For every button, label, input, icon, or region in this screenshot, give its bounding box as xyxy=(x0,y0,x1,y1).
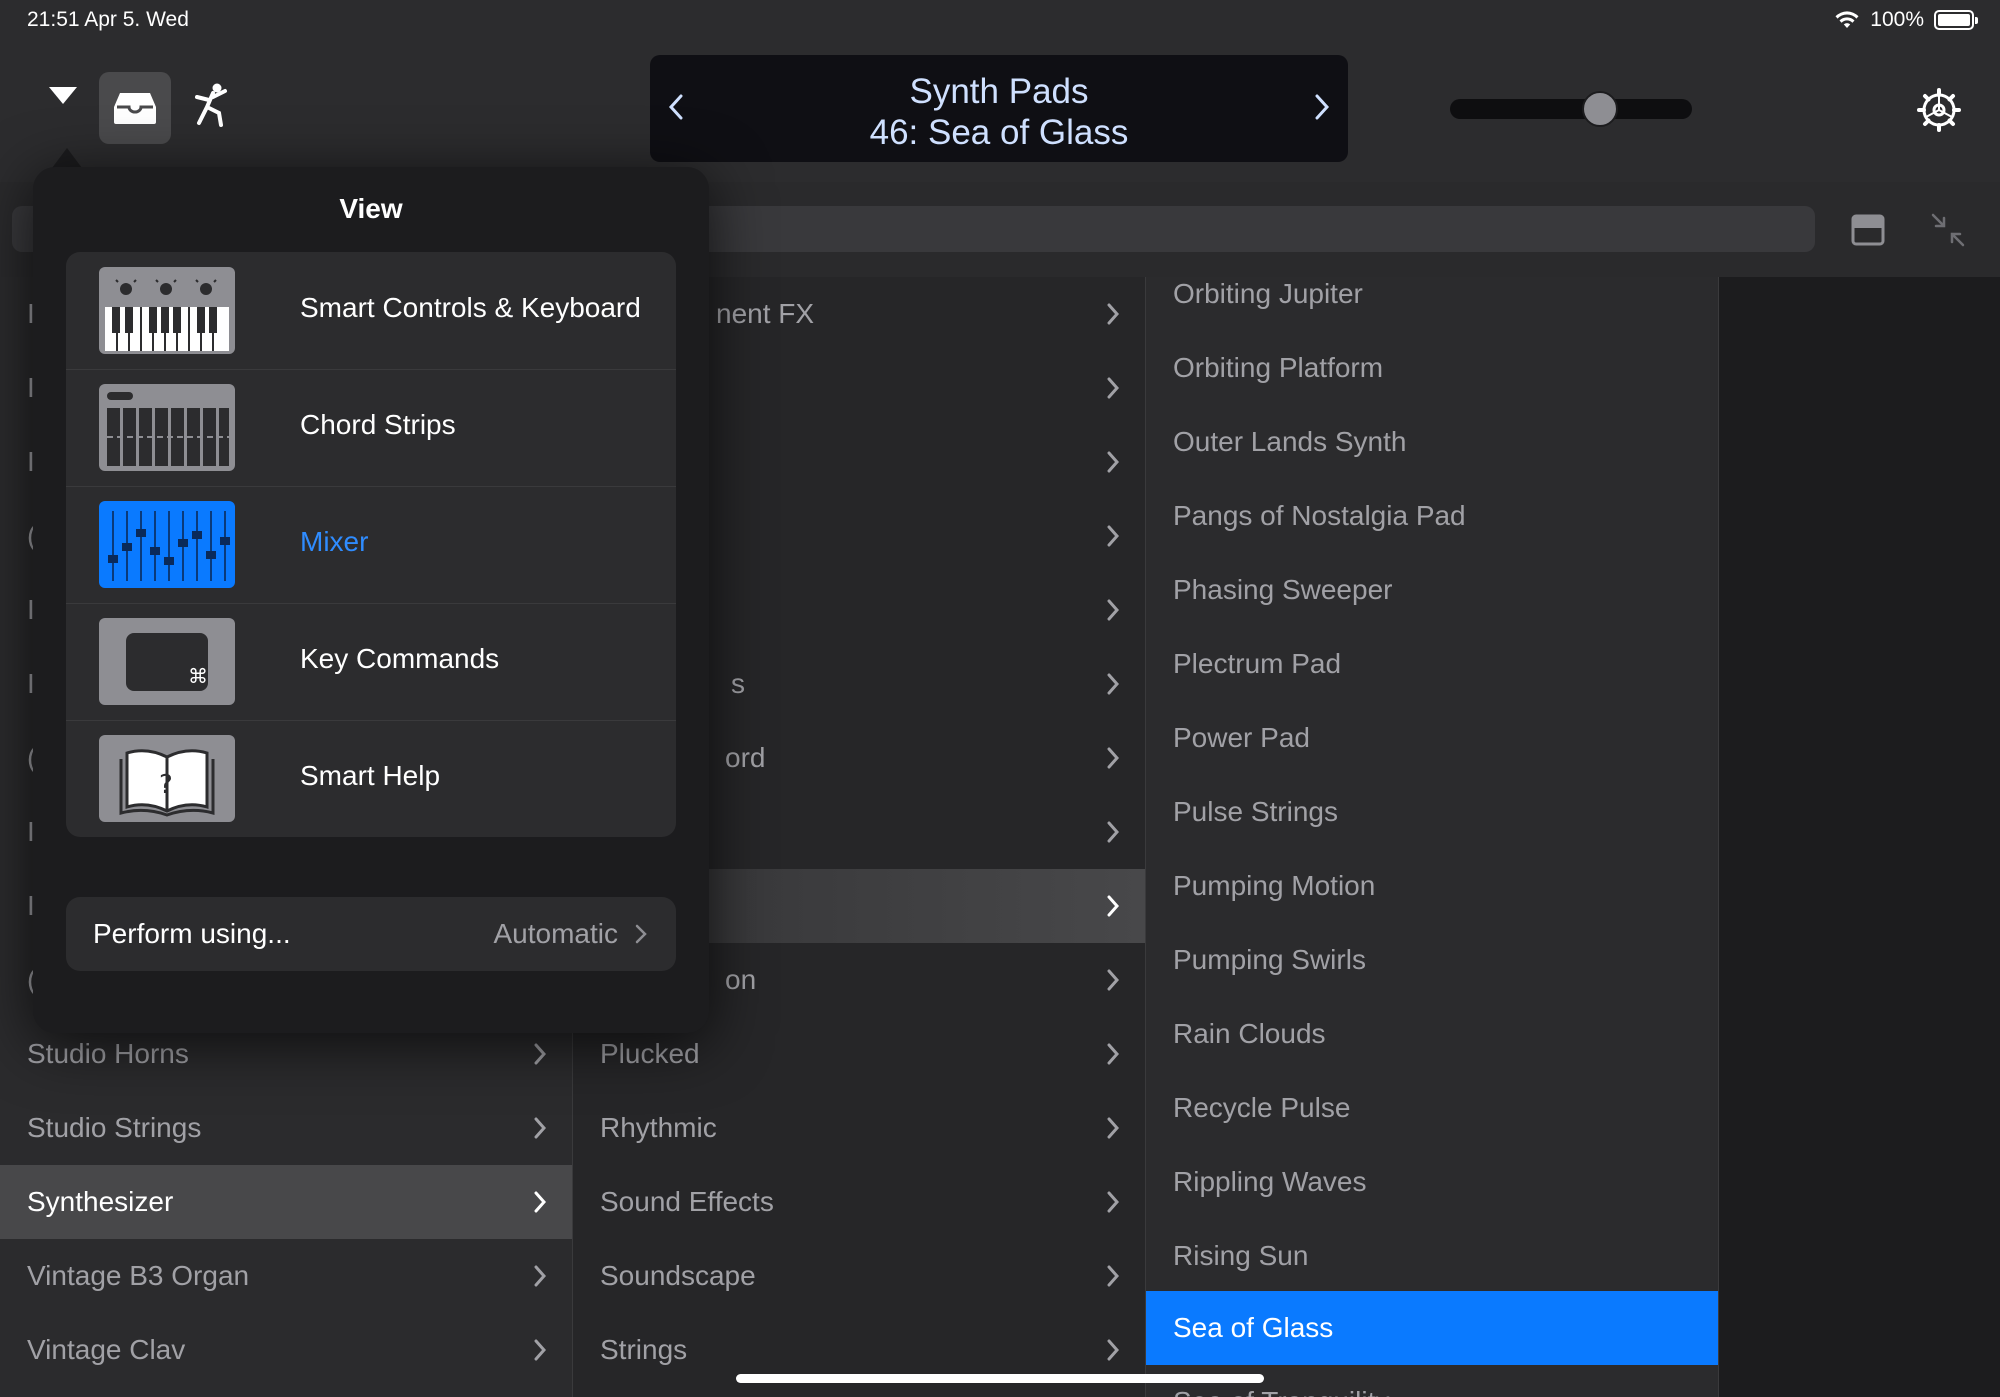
list-item[interactable]: Outer Lands Synth xyxy=(1146,405,1718,479)
list-item[interactable]: Power Pad xyxy=(1146,701,1718,775)
popover-title: View xyxy=(339,193,403,224)
volume-slider-thumb[interactable] xyxy=(1582,91,1619,127)
chevron-right-icon xyxy=(522,1110,558,1146)
chevron-left-icon xyxy=(668,94,683,120)
list-item-active-patch[interactable]: Sea of Glass xyxy=(1146,1291,1718,1365)
svg-text:⌘: ⌘ xyxy=(188,664,208,688)
list-item[interactable]: Rain Clouds xyxy=(1146,997,1718,1071)
chevron-right-icon xyxy=(1095,814,1131,850)
list-item[interactable]: Plectrum Pad xyxy=(1146,627,1718,701)
wifi-icon xyxy=(1835,11,1859,28)
chevron-right-icon xyxy=(1095,740,1131,776)
volume-slider[interactable] xyxy=(1450,99,1692,119)
list-item[interactable]: Pumping Motion xyxy=(1146,849,1718,923)
list-item[interactable]: Orbiting Jupiter xyxy=(1146,277,1718,331)
patch-column: Orbiting Jupiter Orbiting Platform Outer… xyxy=(1145,277,1718,1397)
list-item[interactable]: Vintage Clav xyxy=(0,1313,572,1387)
chevron-right-icon xyxy=(1095,888,1131,924)
status-indicators: 100% xyxy=(1834,8,1978,32)
list-item[interactable]: Pangs of Nostalgia Pad xyxy=(1146,479,1718,553)
patch-name: 46: Sea of Glass xyxy=(869,113,1129,152)
key-commands-icon: ⌘ xyxy=(99,618,235,705)
settings-button[interactable] xyxy=(1915,86,1963,134)
chevron-right-icon xyxy=(1315,94,1330,120)
home-indicator[interactable] xyxy=(736,1374,1264,1383)
chevron-right-icon xyxy=(1095,444,1131,480)
chevron-right-icon xyxy=(1095,1332,1131,1368)
layout-toggle-button[interactable] xyxy=(1846,208,1890,252)
list-item[interactable]: Studio Strings xyxy=(0,1091,572,1165)
list-item[interactable]: Pulse Strings xyxy=(1146,775,1718,849)
list-item[interactable]: Recycle Pulse xyxy=(1146,1071,1718,1145)
chevron-right-icon xyxy=(522,1184,558,1220)
chevron-right-icon xyxy=(1095,1110,1131,1146)
split-view-icon xyxy=(1851,214,1885,246)
perform-using-label: Perform using... xyxy=(93,918,291,949)
previous-patch-button[interactable] xyxy=(656,87,696,127)
view-option-label: Smart Controls & Keyboard xyxy=(300,292,641,323)
library-tray-icon xyxy=(114,93,156,124)
popover-arrow xyxy=(52,148,82,168)
view-option-mixer[interactable]: Mixer xyxy=(66,486,676,603)
status-bar: 21:51 Apr 5. Wed 100% xyxy=(0,0,2000,42)
collapse-arrows-icon xyxy=(1931,213,1965,247)
view-option-label: Smart Help xyxy=(300,760,441,791)
view-menu-button[interactable] xyxy=(40,72,85,117)
view-option-key-commands[interactable]: ⌘ Key Commands xyxy=(66,603,676,720)
list-item[interactable]: Rippling Waves xyxy=(1146,1145,1718,1219)
view-option-label: Key Commands xyxy=(300,643,500,674)
view-option-label: Chord Strips xyxy=(300,409,456,440)
status-time: 21:51 Apr 5. Wed xyxy=(27,8,189,31)
view-popover: View Smart Controls & Keyboard Chord Str… xyxy=(33,167,709,1033)
chevron-right-icon xyxy=(1095,666,1131,702)
gear-icon xyxy=(1917,88,1961,132)
chevron-right-icon xyxy=(1095,962,1131,998)
chevron-right-icon xyxy=(1095,370,1131,406)
svg-text:?: ? xyxy=(159,770,173,800)
chevron-right-icon xyxy=(1095,296,1131,332)
view-option-chord-strips[interactable]: Chord Strips xyxy=(66,369,676,486)
patch-category: Synth Pads xyxy=(909,72,1089,111)
chevron-right-icon xyxy=(1095,1036,1131,1072)
mixer-icon xyxy=(99,501,235,588)
battery-icon xyxy=(1934,10,1978,30)
chord-strips-icon xyxy=(99,384,235,471)
list-item-selected[interactable]: Synthesizer xyxy=(0,1165,572,1239)
battery-percent: 100% xyxy=(1870,8,1924,31)
chevron-right-icon xyxy=(628,921,654,947)
next-patch-button[interactable] xyxy=(1302,87,1342,127)
perform-using-value: Automatic xyxy=(493,918,619,949)
smart-help-icon: ? xyxy=(99,735,235,822)
list-item[interactable]: Phasing Sweeper xyxy=(1146,553,1718,627)
chevron-right-icon xyxy=(1095,592,1131,628)
view-options-list: Smart Controls & Keyboard Chord Strips M… xyxy=(66,252,676,837)
view-option-smart-controls[interactable]: Smart Controls & Keyboard xyxy=(66,252,676,369)
perform-using-row[interactable]: Perform using... Automatic xyxy=(66,897,676,971)
patch-display[interactable]: Synth Pads 46: Sea of Glass xyxy=(650,55,1348,162)
toolbar: Synth Pads 46: Sea of Glass xyxy=(0,42,2000,182)
chevron-right-icon xyxy=(522,1036,558,1072)
chevron-right-icon xyxy=(1095,1258,1131,1294)
triangle-down-icon xyxy=(48,86,77,104)
list-item[interactable]: Rising Sun xyxy=(1146,1219,1718,1293)
performer-icon xyxy=(195,83,227,127)
chevron-right-icon xyxy=(1095,518,1131,554)
collapse-button[interactable] xyxy=(1926,208,1970,252)
list-item[interactable]: Orbiting Platform xyxy=(1146,331,1718,405)
chevron-right-icon xyxy=(1095,1184,1131,1220)
view-option-smart-help[interactable]: ? Smart Help xyxy=(66,720,676,837)
list-item[interactable]: Sound Effects xyxy=(573,1165,1145,1239)
list-item[interactable]: Pumping Swirls xyxy=(1146,923,1718,997)
list-item[interactable]: Vintage B3 Organ xyxy=(0,1239,572,1313)
smart-controls-keyboard-icon xyxy=(99,267,235,354)
performance-button[interactable] xyxy=(186,80,236,130)
chevron-right-icon xyxy=(522,1332,558,1368)
empty-column xyxy=(1718,277,2000,1397)
list-item[interactable]: Rhythmic xyxy=(573,1091,1145,1165)
chevron-right-icon xyxy=(522,1258,558,1294)
view-option-label: Mixer xyxy=(300,526,369,557)
library-button[interactable] xyxy=(99,72,171,144)
list-item[interactable]: Soundscape xyxy=(573,1239,1145,1313)
